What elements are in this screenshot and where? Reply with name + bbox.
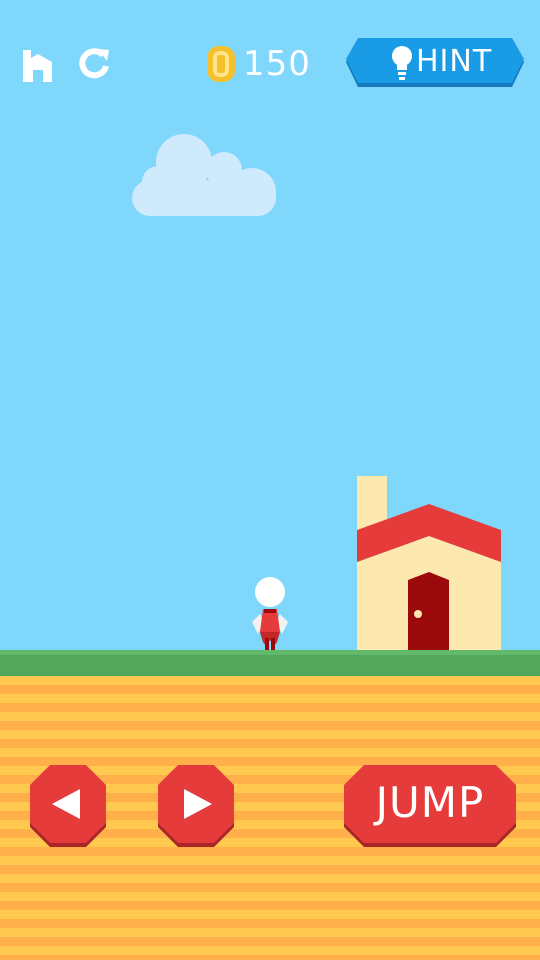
cloud (132, 134, 276, 216)
move-left-button[interactable] (30, 765, 106, 847)
house-door (408, 572, 449, 650)
home-button[interactable] (20, 44, 56, 84)
hint-label: HINT (416, 44, 493, 79)
coin-count: 150 (243, 44, 311, 84)
player-character (252, 577, 288, 650)
coin-icon (207, 46, 235, 82)
home-icon (23, 50, 52, 82)
restart-button[interactable] (76, 44, 114, 84)
restart-icon (79, 48, 109, 79)
grass-strip (0, 650, 540, 676)
house (357, 476, 501, 650)
move-right-button[interactable] (158, 765, 234, 847)
jump-button[interactable] (344, 765, 516, 847)
